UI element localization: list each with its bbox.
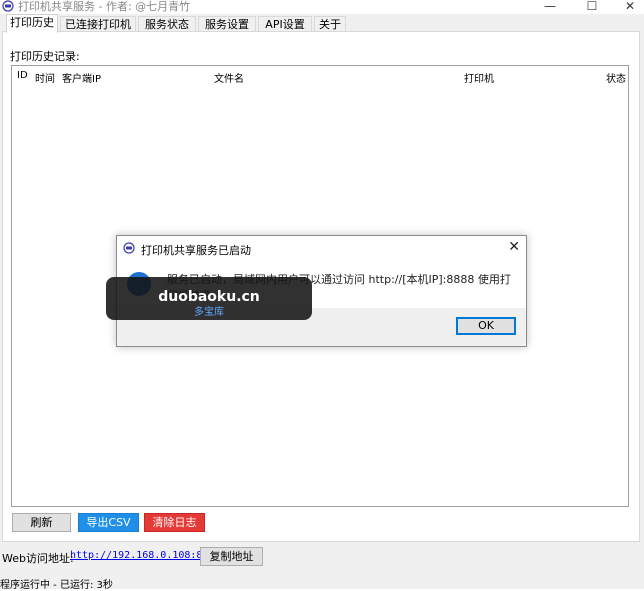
minimize-button[interactable]: —: [530, 0, 570, 14]
column-header-id[interactable]: ID: [17, 70, 28, 81]
copy-address-button[interactable]: 复制地址: [200, 547, 263, 566]
watermark-overlay: duobaoku.cn 多宝库: [106, 277, 312, 320]
export-csv-button[interactable]: 导出CSV: [78, 513, 139, 532]
close-button[interactable]: ✕: [610, 0, 644, 14]
web-address-link[interactable]: http://192.168.0.108:8888: [70, 550, 221, 561]
tab-print-history[interactable]: 打印历史: [6, 14, 58, 33]
printer-icon: [123, 242, 135, 254]
history-section-label: 打印历史记录:: [10, 50, 80, 63]
ok-button[interactable]: OK: [456, 317, 516, 335]
dialog-close-icon[interactable]: ✕: [508, 239, 520, 255]
column-header-printer[interactable]: 打印机: [464, 70, 494, 85]
column-header-status[interactable]: 状态: [606, 70, 626, 85]
title-bar: 打印机共享服务 - 作者: @七月青竹 — ☐ ✕: [0, 0, 644, 14]
column-header-filename[interactable]: 文件名: [214, 70, 244, 85]
maximize-button[interactable]: ☐: [572, 0, 612, 14]
dialog-title: 打印机共享服务已启动: [141, 244, 251, 257]
web-address-label: Web访问地址:: [2, 552, 74, 565]
printer-icon: [2, 0, 14, 12]
column-header-client-ip[interactable]: 客户端IP: [62, 70, 101, 85]
watermark-subtext: 多宝库: [194, 307, 224, 318]
refresh-button[interactable]: 刷新: [12, 513, 71, 532]
column-header-time[interactable]: 时间: [35, 70, 55, 85]
window-title: 打印机共享服务 - 作者: @七月青竹: [18, 0, 191, 13]
clear-log-button[interactable]: 清除日志: [144, 513, 205, 532]
